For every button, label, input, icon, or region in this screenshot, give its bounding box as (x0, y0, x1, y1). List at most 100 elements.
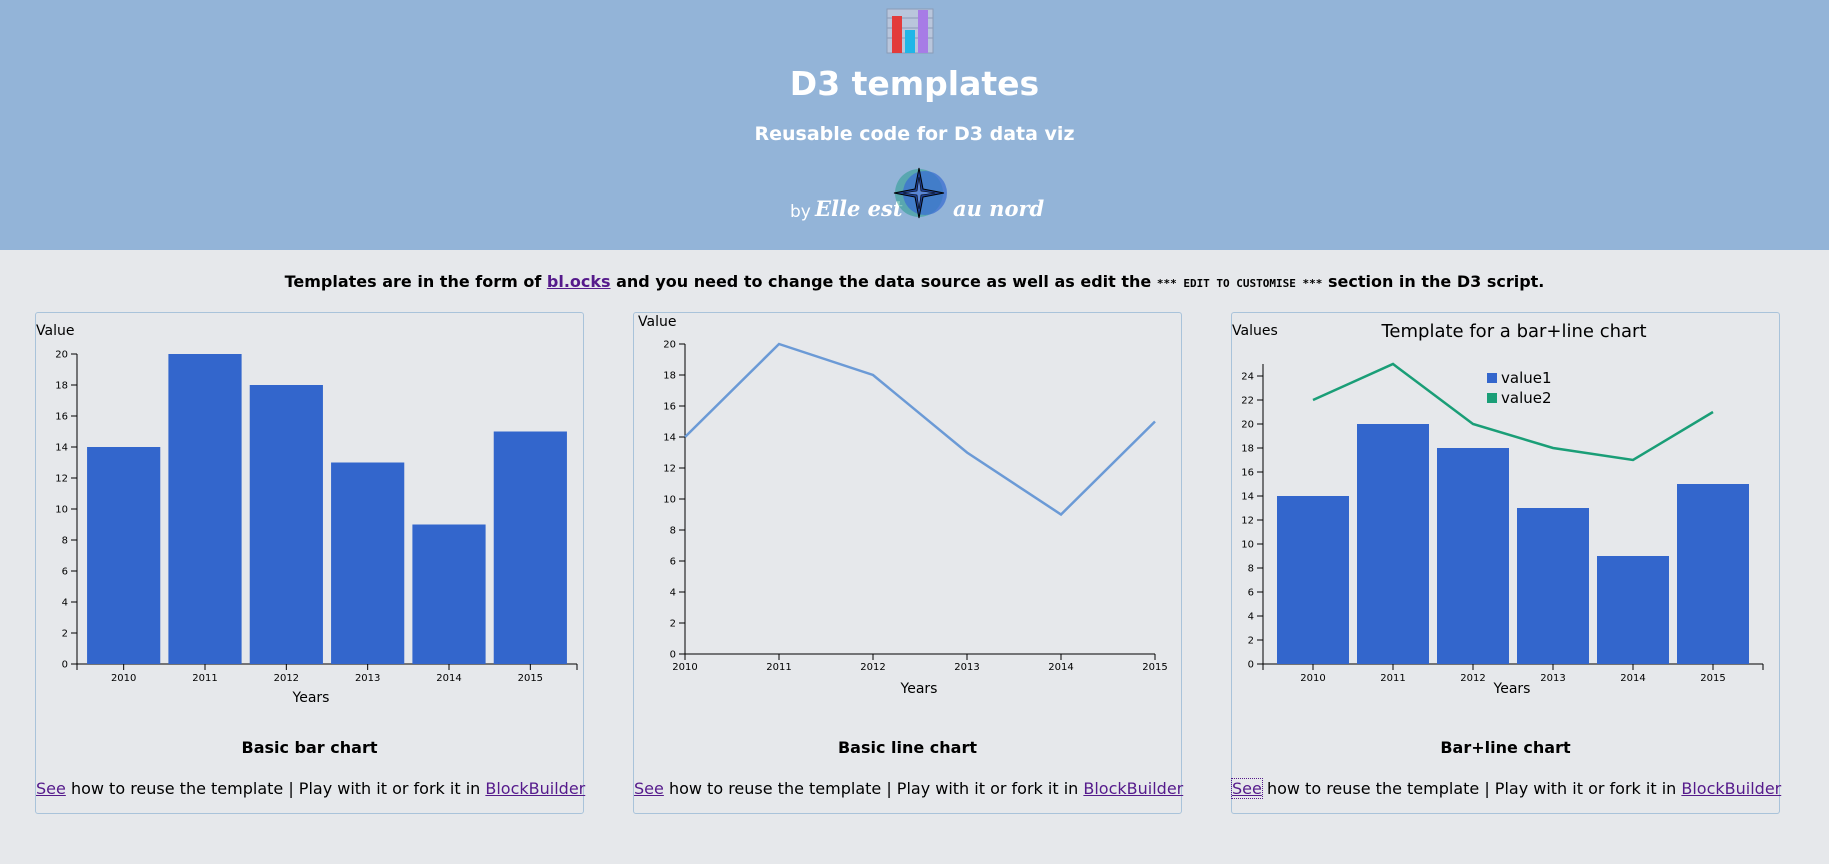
x-tick-label: 2015 (1142, 662, 1167, 673)
chart-title: Template for a bar+line chart (1380, 321, 1646, 342)
card-basic-bar-chart: 2010 2011 2012 2013 2014 2015 0 2 4 6 8 10 12 14 16 18 2… (35, 312, 585, 814)
intro-suffix: section in the D3 script. (1327, 272, 1545, 291)
y-tick-label: 8 (670, 526, 676, 537)
bar (1437, 448, 1509, 664)
y-tick-label: 18 (663, 371, 676, 382)
x-axis-label: Years (900, 681, 938, 697)
intro-code: *** EDIT TO CUSTOMISE *** (1156, 277, 1323, 290)
blocks-link[interactable]: bl.ocks (547, 272, 611, 291)
card-links: See how to reuse the template | Play wit… (36, 779, 585, 798)
card-links-text: how to reuse the template | Play with it… (70, 779, 481, 798)
bar (168, 354, 242, 664)
legend-swatch-value1 (1487, 373, 1497, 383)
bar (1517, 508, 1589, 664)
x-axis-label: Years (1493, 681, 1531, 697)
intro-prefix: Templates are in the form of (284, 272, 542, 291)
y-tick-label: 4 (62, 598, 68, 609)
y-tick-label: 14 (1241, 492, 1254, 503)
y-tick-label: 6 (62, 567, 68, 578)
x-axis-label: Years (292, 690, 330, 706)
card-title: Basic bar chart (241, 738, 378, 757)
y-tick-label: 18 (1241, 444, 1254, 455)
x-tick-label: 2013 (355, 673, 380, 684)
y-tick-label: 6 (670, 557, 676, 568)
y-tick-label: 16 (1241, 468, 1254, 479)
bar (331, 462, 405, 664)
card-links-text: how to reuse the template | Play with it… (1266, 779, 1677, 798)
card-links-text: how to reuse the template | Play with it… (668, 779, 1079, 798)
bar (1597, 556, 1669, 664)
y-tick-label: 10 (55, 505, 68, 516)
y-tick-label: 10 (663, 495, 676, 506)
intro-text: Templates are in the form of bl.ocks and… (0, 272, 1829, 291)
y-tick-label: 2 (62, 629, 68, 640)
card-links: See how to reuse the template | Play wit… (634, 779, 1183, 798)
site-header: D3 templates Reusable code for D3 data v… (0, 0, 1829, 250)
card-basic-line-chart: 2010 2011 2012 2013 2014 2015 0 2 4 6 8 10 12 14 16 18 2… (633, 312, 1183, 814)
y-axis-label: Value (36, 323, 74, 339)
bar-chart: 2010 2011 2012 2013 2014 2015 0 2 4 6 8 10 12 14 16 18 2… (36, 323, 578, 706)
legend-label: value1 (1501, 369, 1552, 387)
x-tick-label: 2013 (954, 662, 979, 673)
x-tick-label: 2012 (1460, 673, 1485, 684)
x-tick-label: 2014 (1048, 662, 1073, 673)
y-tick-label: 16 (55, 412, 68, 423)
y-axis-label: Value (638, 314, 676, 330)
bar (493, 431, 567, 664)
bar (1277, 496, 1349, 664)
see-link[interactable]: See (36, 779, 66, 798)
y-tick-label: 12 (55, 474, 68, 485)
brand-name-left: Elle est (815, 196, 903, 221)
y-tick-label: 20 (55, 350, 68, 361)
y-tick-label: 12 (663, 464, 676, 475)
x-tick-label: 2010 (672, 662, 697, 673)
bar-line-chart: 2010 2011 2012 2013 2014 20150246810121416182… (1232, 321, 1764, 697)
blockbuilder-link[interactable]: BlockBuilder (485, 779, 585, 798)
x-tick-label: 2010 (1300, 673, 1325, 684)
legend-label: value2 (1501, 389, 1552, 407)
y-tick-label: 12 (1241, 516, 1254, 527)
x-tick-label: 2014 (436, 673, 461, 684)
series-line (684, 342, 1156, 517)
x-tick-label: 2015 (1700, 673, 1725, 684)
compass-rose-icon (893, 167, 947, 219)
y-axis-label: Values (1232, 323, 1278, 339)
y-tick-label: 14 (663, 433, 676, 444)
page-subtitle: Reusable code for D3 data viz (754, 123, 1075, 145)
line-chart: 2010 2011 2012 2013 2014 2015 0 2 4 6 8 10 12 14 16 18 2… (638, 314, 1168, 697)
card-title: Basic line chart (837, 738, 978, 757)
y-tick-label: 0 (62, 660, 68, 671)
y-tick-label: 10 (1241, 540, 1254, 551)
y-tick-label: 18 (55, 381, 68, 392)
x-tick-label: 2014 (1620, 673, 1645, 684)
y-tick-label: 22 (1241, 396, 1254, 407)
y-tick-label: 8 (62, 536, 68, 547)
y-tick-label: 0 (670, 650, 676, 661)
y-tick-label: 4 (1248, 612, 1254, 623)
bar (1677, 484, 1749, 664)
card-bar-line-chart: 2010 2011 2012 2013 2014 2015 0 2 4 6 8 10 12 14 16 18 2… (1231, 312, 1781, 814)
y-tick-label: 8 (1248, 564, 1254, 575)
y-tick-label: 16 (663, 402, 676, 413)
bar (249, 385, 323, 664)
blockbuilder-link[interactable]: BlockBuilder (1681, 779, 1781, 798)
x-tick-label: 2013 (1540, 673, 1565, 684)
x-tick-label: 2011 (766, 662, 791, 673)
card-links: See how to reuse the template | Play wit… (1231, 778, 1781, 799)
bar-chart-icon (886, 8, 934, 54)
brand-name-right: au nord (953, 196, 1045, 221)
see-link[interactable]: See (634, 779, 664, 798)
x-tick-label: 2012 (274, 673, 299, 684)
y-tick-label: 4 (670, 588, 676, 599)
see-link[interactable]: See (1231, 778, 1263, 799)
y-tick-label: 6 (1248, 588, 1254, 599)
y-tick-label: 0 (1248, 660, 1254, 671)
y-tick-label: 2 (670, 619, 676, 630)
blockbuilder-link[interactable]: BlockBuilder (1083, 779, 1183, 798)
byline-by: by (790, 202, 811, 222)
x-tick-label: 2015 (518, 673, 543, 684)
y-tick-label: 2 (1248, 636, 1254, 647)
card-title: Bar+line chart (1440, 738, 1571, 757)
legend-swatch-value2 (1487, 393, 1497, 403)
y-tick-label: 14 (55, 443, 68, 454)
